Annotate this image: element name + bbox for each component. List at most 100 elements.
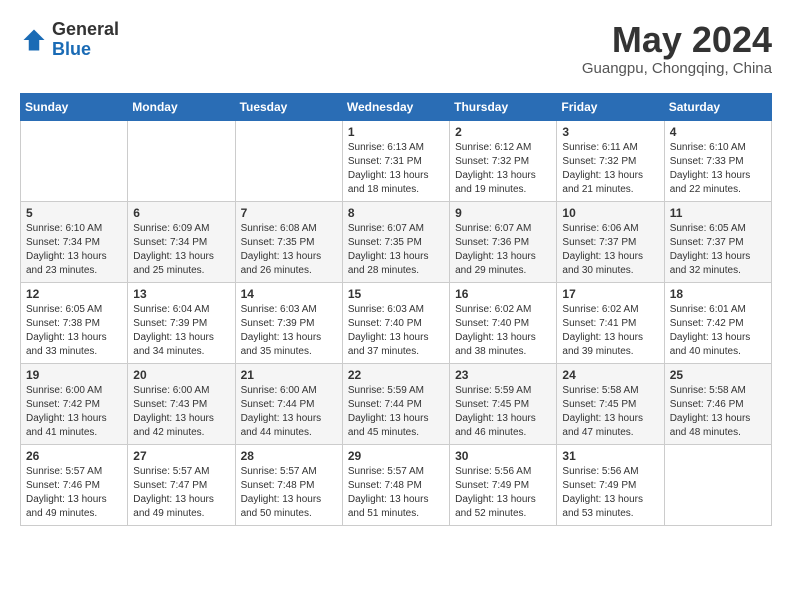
calendar-cell — [128, 120, 235, 201]
calendar-cell: 16 Sunrise: 6:02 AM Sunset: 7:40 PM Dayli… — [450, 282, 557, 363]
day-info: Sunrise: 6:05 AM Sunset: 7:37 PM Dayligh… — [670, 222, 766, 278]
day-number: 15 — [348, 287, 444, 301]
day-info: Sunrise: 5:56 AM Sunset: 7:49 PM Dayligh… — [562, 465, 658, 521]
day-info: Sunrise: 5:56 AM Sunset: 7:49 PM Dayligh… — [455, 465, 551, 521]
calendar-cell: 7 Sunrise: 6:08 AM Sunset: 7:35 PM Daylig… — [235, 201, 342, 282]
day-info: Sunrise: 5:57 AM Sunset: 7:48 PM Dayligh… — [348, 465, 444, 521]
calendar-cell: 24 Sunrise: 5:58 AM Sunset: 7:45 PM Dayli… — [557, 363, 664, 444]
day-number: 28 — [241, 449, 337, 463]
calendar-cell: 3 Sunrise: 6:11 AM Sunset: 7:32 PM Daylig… — [557, 120, 664, 201]
day-info: Sunrise: 6:04 AM Sunset: 7:39 PM Dayligh… — [133, 303, 229, 359]
day-number: 17 — [562, 287, 658, 301]
day-info: Sunrise: 6:03 AM Sunset: 7:39 PM Dayligh… — [241, 303, 337, 359]
day-info: Sunrise: 6:07 AM Sunset: 7:36 PM Dayligh… — [455, 222, 551, 278]
calendar-cell — [664, 444, 771, 525]
day-info: Sunrise: 6:00 AM Sunset: 7:43 PM Dayligh… — [133, 384, 229, 440]
day-number: 4 — [670, 125, 766, 139]
day-number: 3 — [562, 125, 658, 139]
calendar-cell: 6 Sunrise: 6:09 AM Sunset: 7:34 PM Daylig… — [128, 201, 235, 282]
day-number: 26 — [26, 449, 122, 463]
calendar-cell: 30 Sunrise: 5:56 AM Sunset: 7:49 PM Dayli… — [450, 444, 557, 525]
month-title: May 2024 — [582, 20, 772, 60]
logo-icon — [20, 26, 48, 54]
calendar-cell: 20 Sunrise: 6:00 AM Sunset: 7:43 PM Dayli… — [128, 363, 235, 444]
day-info: Sunrise: 6:00 AM Sunset: 7:42 PM Dayligh… — [26, 384, 122, 440]
logo: General Blue — [20, 20, 119, 60]
calendar-cell: 12Sunrise: 6:05 AM Sunset: 7:38 PM Dayli… — [21, 282, 128, 363]
calendar: SundayMondayTuesdayWednesdayThursdayFrid… — [20, 93, 772, 526]
calendar-cell: 9 Sunrise: 6:07 AM Sunset: 7:36 PM Daylig… — [450, 201, 557, 282]
day-number: 30 — [455, 449, 551, 463]
day-number: 6 — [133, 206, 229, 220]
day-info: Sunrise: 6:07 AM Sunset: 7:35 PM Dayligh… — [348, 222, 444, 278]
day-number: 20 — [133, 368, 229, 382]
calendar-cell: 26 Sunrise: 5:57 AM Sunset: 7:46 PM Dayli… — [21, 444, 128, 525]
calendar-header: SundayMondayTuesdayWednesdayThursdayFrid… — [21, 93, 772, 120]
day-number: 7 — [241, 206, 337, 220]
day-number: 21 — [241, 368, 337, 382]
calendar-cell: 1 Sunrise: 6:13 AM Sunset: 7:31 PM Daylig… — [342, 120, 449, 201]
day-info: Sunrise: 6:12 AM Sunset: 7:32 PM Dayligh… — [455, 141, 551, 197]
calendar-cell: 15Sunrise: 6:03 AM Sunset: 7:40 PM Dayli… — [342, 282, 449, 363]
day-number: 24 — [562, 368, 658, 382]
page-header: General Blue May 2024 Guangpu, Chongqing… — [20, 20, 772, 77]
day-number: 8 — [348, 206, 444, 220]
calendar-cell: 28 Sunrise: 5:57 AM Sunset: 7:48 PM Dayli… — [235, 444, 342, 525]
calendar-cell — [21, 120, 128, 201]
day-info: Sunrise: 6:08 AM Sunset: 7:35 PM Dayligh… — [241, 222, 337, 278]
calendar-cell: 17Sunrise: 6:02 AM Sunset: 7:41 PM Dayli… — [557, 282, 664, 363]
day-number: 29 — [348, 449, 444, 463]
day-number: 14 — [241, 287, 337, 301]
calendar-cell: 31 Sunrise: 5:56 AM Sunset: 7:49 PM Dayli… — [557, 444, 664, 525]
weekday-header: Sunday — [21, 93, 128, 120]
calendar-week: 19 Sunrise: 6:00 AM Sunset: 7:42 PM Dayli… — [21, 363, 772, 444]
calendar-cell: 22Sunrise: 5:59 AM Sunset: 7:44 PM Dayli… — [342, 363, 449, 444]
day-info: Sunrise: 6:00 AM Sunset: 7:44 PM Dayligh… — [241, 384, 337, 440]
day-info: Sunrise: 6:01 AM Sunset: 7:42 PM Dayligh… — [670, 303, 766, 359]
day-number: 1 — [348, 125, 444, 139]
day-number: 13 — [133, 287, 229, 301]
day-info: Sunrise: 6:13 AM Sunset: 7:31 PM Dayligh… — [348, 141, 444, 197]
weekday-header: Monday — [128, 93, 235, 120]
day-number: 10 — [562, 206, 658, 220]
calendar-body: 1 Sunrise: 6:13 AM Sunset: 7:31 PM Daylig… — [21, 120, 772, 525]
day-info: Sunrise: 5:58 AM Sunset: 7:46 PM Dayligh… — [670, 384, 766, 440]
day-number: 12 — [26, 287, 122, 301]
logo-text: General Blue — [52, 20, 119, 60]
day-number: 5 — [26, 206, 122, 220]
calendar-week: 12Sunrise: 6:05 AM Sunset: 7:38 PM Dayli… — [21, 282, 772, 363]
calendar-cell: 27 Sunrise: 5:57 AM Sunset: 7:47 PM Dayli… — [128, 444, 235, 525]
day-info: Sunrise: 6:09 AM Sunset: 7:34 PM Dayligh… — [133, 222, 229, 278]
day-number: 19 — [26, 368, 122, 382]
day-number: 27 — [133, 449, 229, 463]
calendar-cell: 18Sunrise: 6:01 AM Sunset: 7:42 PM Dayli… — [664, 282, 771, 363]
day-info: Sunrise: 5:58 AM Sunset: 7:45 PM Dayligh… — [562, 384, 658, 440]
location: Guangpu, Chongqing, China — [582, 60, 772, 77]
weekday-header: Thursday — [450, 93, 557, 120]
day-number: 9 — [455, 206, 551, 220]
weekday-header: Tuesday — [235, 93, 342, 120]
day-number: 23 — [455, 368, 551, 382]
day-info: Sunrise: 6:02 AM Sunset: 7:40 PM Dayligh… — [455, 303, 551, 359]
calendar-week: 5Sunrise: 6:10 AM Sunset: 7:34 PM Daylig… — [21, 201, 772, 282]
day-number: 22 — [348, 368, 444, 382]
logo-general: General — [52, 20, 119, 40]
calendar-cell: 14 Sunrise: 6:03 AM Sunset: 7:39 PM Dayli… — [235, 282, 342, 363]
day-info: Sunrise: 5:57 AM Sunset: 7:46 PM Dayligh… — [26, 465, 122, 521]
calendar-week: 26 Sunrise: 5:57 AM Sunset: 7:46 PM Dayli… — [21, 444, 772, 525]
calendar-cell: 13 Sunrise: 6:04 AM Sunset: 7:39 PM Dayli… — [128, 282, 235, 363]
calendar-cell — [235, 120, 342, 201]
title-block: May 2024 Guangpu, Chongqing, China — [582, 20, 772, 77]
day-info: Sunrise: 5:57 AM Sunset: 7:47 PM Dayligh… — [133, 465, 229, 521]
day-info: Sunrise: 5:57 AM Sunset: 7:48 PM Dayligh… — [241, 465, 337, 521]
day-number: 16 — [455, 287, 551, 301]
day-info: Sunrise: 6:11 AM Sunset: 7:32 PM Dayligh… — [562, 141, 658, 197]
day-number: 25 — [670, 368, 766, 382]
day-number: 11 — [670, 206, 766, 220]
day-info: Sunrise: 6:10 AM Sunset: 7:33 PM Dayligh… — [670, 141, 766, 197]
calendar-cell: 4 Sunrise: 6:10 AM Sunset: 7:33 PM Daylig… — [664, 120, 771, 201]
logo-blue: Blue — [52, 40, 119, 60]
day-info: Sunrise: 6:06 AM Sunset: 7:37 PM Dayligh… — [562, 222, 658, 278]
day-number: 31 — [562, 449, 658, 463]
weekday-row: SundayMondayTuesdayWednesdayThursdayFrid… — [21, 93, 772, 120]
